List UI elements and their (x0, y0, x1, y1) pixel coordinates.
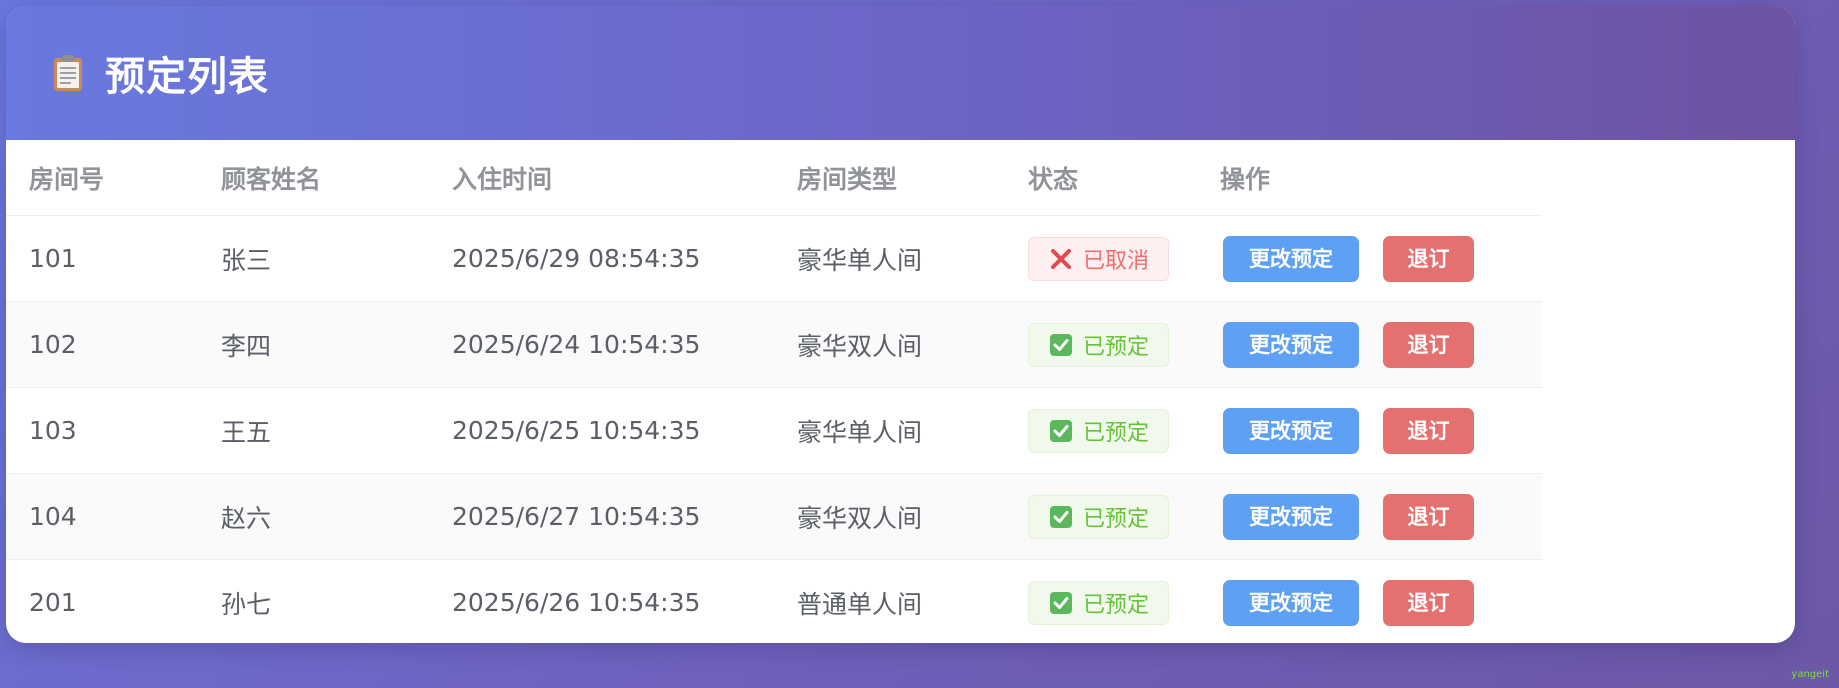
cell-status: 已预定 (1005, 473, 1197, 560)
page-title: 预定列表 (105, 54, 269, 100)
check-box-icon (1049, 419, 1073, 443)
table-header-row: 房间号 顾客姓名 入住时间 房间类型 状态 操作 (6, 140, 1542, 216)
booking-table: 房间号 顾客姓名 入住时间 房间类型 状态 操作 101 张三 2025/6/29 … (6, 140, 1542, 643)
column-header-guest[interactable]: 顾客姓名 (198, 140, 429, 216)
cell-actions: 更改预定 退订 (1197, 473, 1542, 560)
clipboard-icon (53, 54, 83, 92)
cancel-booking-button[interactable]: 退订 (1383, 235, 1474, 282)
status-badge: 已预定 (1028, 494, 1169, 539)
watermark: yangeit (1791, 669, 1829, 680)
column-header-actions: 操作 (1197, 140, 1542, 216)
cell-guest: 张三 (198, 215, 429, 302)
cell-room-type: 豪华双人间 (774, 473, 1005, 560)
cell-status: 已预定 (1005, 560, 1197, 644)
column-header-room[interactable]: 房间号 (6, 140, 198, 216)
check-box-icon (1049, 591, 1073, 615)
cell-actions: 更改预定 退订 (1197, 301, 1542, 388)
cell-status: 已取消 (1005, 215, 1197, 302)
cell-status: 已预定 (1005, 301, 1197, 388)
change-booking-button[interactable]: 更改预定 (1223, 579, 1359, 626)
cell-guest: 李四 (198, 301, 429, 388)
cell-actions: 更改预定 退订 (1197, 560, 1542, 644)
change-booking-button[interactable]: 更改预定 (1223, 407, 1359, 454)
cell-room-type: 豪华双人间 (774, 301, 1005, 388)
status-label: 已预定 (1083, 592, 1150, 618)
cell-checkin: 2025/6/24 10:54:35 (429, 301, 774, 388)
cell-room-type: 普通单人间 (797, 589, 923, 619)
cell-actions: 更改预定 退订 (1197, 215, 1542, 302)
status-label: 已预定 (1083, 420, 1150, 446)
change-booking-button[interactable]: 更改预定 (1223, 235, 1359, 282)
table-row: 102 李四 2025/6/24 10:54:35 豪华双人间 已预定 更改预定 退订 (6, 301, 1542, 388)
cell-guest: 赵六 (198, 473, 429, 560)
cell-room: 103 (6, 387, 198, 474)
cell-room: 104 (6, 473, 198, 560)
cell-checkin: 2025/6/26 10:54:35 (452, 588, 701, 617)
check-box-icon (1049, 505, 1073, 529)
column-header-checkin[interactable]: 入住时间 (429, 140, 774, 216)
cancel-booking-button[interactable]: 退订 (1383, 579, 1474, 626)
cell-checkin: 2025/6/25 10:54:35 (429, 387, 774, 474)
column-header-room-type[interactable]: 房间类型 (774, 140, 1005, 216)
cell-status: 已预定 (1005, 387, 1197, 474)
status-label: 已预定 (1083, 334, 1150, 360)
table-row: 104 赵六 2025/6/27 10:54:35 豪华双人间 已预定 更改预定 退订 (6, 473, 1542, 560)
change-booking-button[interactable]: 更改预定 (1223, 493, 1359, 540)
cancel-booking-button[interactable]: 退订 (1383, 493, 1474, 540)
cancel-booking-button[interactable]: 退订 (1383, 321, 1474, 368)
status-badge: 已预定 (1028, 580, 1169, 625)
table-body: 101 张三 2025/6/29 08:54:35 豪华单人间 已取消 更改预定 退订 102… (6, 215, 1542, 644)
booking-list-card: 预定列表 房间号 顾客姓名 入住时间 房间类型 状态 操作 101 张三 202… (6, 6, 1795, 643)
table-row: 201 孙七 2025/6/26 10:54:35 普通单人间 已预定 更改预定 退订 (6, 560, 1542, 644)
cell-guest: 王五 (198, 387, 429, 474)
cell-checkin: 2025/6/29 08:54:35 (429, 215, 774, 302)
cell-room: 101 (6, 215, 198, 302)
check-box-icon (1049, 333, 1073, 357)
cell-guest: 孙七 (221, 589, 272, 619)
cross-icon (1049, 247, 1073, 271)
status-badge: 已取消 (1028, 236, 1169, 281)
status-label: 已预定 (1083, 506, 1150, 532)
status-badge: 已预定 (1028, 408, 1169, 453)
status-badge: 已预定 (1028, 322, 1169, 367)
table-row: 103 王五 2025/6/25 10:54:35 豪华单人间 已预定 更改预定 退订 (6, 387, 1542, 474)
cell-room-type: 豪华单人间 (774, 387, 1005, 474)
cancel-booking-button[interactable]: 退订 (1383, 407, 1474, 454)
column-header-status[interactable]: 状态 (1005, 140, 1197, 216)
cell-checkin: 2025/6/27 10:54:35 (429, 473, 774, 560)
cell-room: 102 (6, 301, 198, 388)
booking-table-wrapper: 房间号 顾客姓名 入住时间 房间类型 状态 操作 101 张三 2025/6/29 … (6, 140, 1542, 643)
cell-room-type: 豪华单人间 (774, 215, 1005, 302)
cell-actions: 更改预定 退订 (1197, 387, 1542, 474)
cell-room: 201 (29, 588, 77, 617)
table-row: 101 张三 2025/6/29 08:54:35 豪华单人间 已取消 更改预定 退订 (6, 215, 1542, 302)
status-label: 已取消 (1083, 248, 1150, 274)
change-booking-button[interactable]: 更改预定 (1223, 321, 1359, 368)
card-header: 预定列表 (6, 6, 1795, 140)
